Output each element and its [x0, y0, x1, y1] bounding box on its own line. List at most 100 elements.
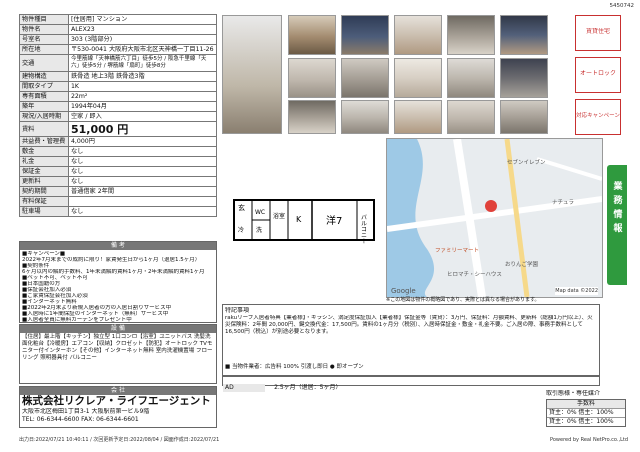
- spec-key: 号室名: [19, 34, 69, 45]
- company-address: 大阪市北区梅田1丁目3-1 大阪駅前第一ビル9階: [22, 408, 150, 415]
- side-tab-label: 業務情報: [611, 181, 622, 237]
- kitchen-label: K: [296, 215, 302, 224]
- spec-value: なし: [68, 156, 217, 167]
- setsubi-header: 設 備: [20, 325, 216, 333]
- spec-value: [68, 196, 217, 207]
- bikou-line: ■入居者全員に無料カーテンをプレゼント中: [22, 317, 132, 323]
- spec-value: 303 (3階部分): [68, 34, 217, 45]
- room-photo-3: [394, 15, 442, 55]
- comment-title: 特記事項: [225, 307, 250, 314]
- room-photo-12: [341, 100, 389, 134]
- room-label: 洋7: [326, 214, 342, 227]
- spec-value: なし: [68, 146, 217, 157]
- company-tel: TEL: 06-6344-6600 FAX: 06-6344-6601: [22, 416, 139, 423]
- spec-row: 更新料 なし: [19, 176, 217, 187]
- spec-value: 22m²: [68, 91, 217, 102]
- map-label-natura: ナチュラ: [552, 200, 575, 206]
- spec-value: 〒530-0041 大阪府大阪市北区天神橋一丁目11-26: [68, 44, 217, 55]
- spec-key: 間取タイプ: [19, 81, 69, 92]
- spec-value: 51,000 円: [68, 121, 217, 137]
- spec-value: 空家 / 即入: [68, 111, 217, 122]
- spec-row: 交通 今里筋線「天神橋筋六丁目」徒歩5分 / 阪急千里線「天六」徒歩5分 / 堺筋…: [19, 54, 217, 72]
- autolock-badge: オートロック: [575, 57, 621, 93]
- spec-row: 号室名 303 (3階部分): [19, 34, 217, 45]
- room-photo-7: [341, 58, 389, 98]
- spec-key: 保証金: [19, 166, 69, 177]
- spec-row: 建物構造 鉄骨造 地上3階 鉄骨造3階: [19, 71, 217, 82]
- floor-plan: 玄 WC 浴室 K 冷 洗 洋7 バルコニー: [222, 138, 382, 298]
- spec-value: 鉄骨造 地上3階 鉄骨造3階: [68, 71, 217, 82]
- footer-powered: Powered by Real NetPro.co.,Ltd: [550, 437, 628, 443]
- spec-key: 建物構造: [19, 71, 69, 82]
- room-photo-15: [500, 100, 548, 134]
- bikou-line: 2022年7月末までの成約に限り！家賃発生日から1ヶ月（退居1.5ヶ月）: [22, 257, 201, 263]
- ad-key: AD: [223, 384, 265, 392]
- floor-plan-drawing: 玄 WC 浴室 K 冷 洗 洋7 バルコニー: [233, 199, 375, 244]
- bikou-header: 備 考: [20, 242, 216, 250]
- room-photo-13: [394, 100, 442, 134]
- google-logo: Google: [391, 287, 416, 295]
- spec-table: 物件種目 [住居用] マンション 物件名 ALEX23 号室名 303 (3階部分) 所在地…: [19, 14, 217, 217]
- map-note: ※この地図は物件の概略図であり、実際とは異なる場合があります。: [386, 297, 540, 303]
- spec-row: 保証金 なし: [19, 166, 217, 177]
- map-label-seven: セブンイレブン: [507, 160, 546, 166]
- spec-key: 物件名: [19, 24, 69, 35]
- spec-value: [住居用] マンション: [68, 14, 217, 25]
- spec-row: 専有面積 22m²: [19, 91, 217, 102]
- spec-row: 所在地 〒530-0041 大阪府大阪市北区天神橋一丁目11-26: [19, 44, 217, 55]
- room-photo-4: [447, 15, 495, 55]
- spec-value: なし: [68, 206, 217, 217]
- room-photo-8: [394, 58, 442, 98]
- bath-label: 浴室: [273, 212, 285, 220]
- spec-row: 現況/入居時期 空家 / 即入: [19, 111, 217, 122]
- map[interactable]: ファミリーマート セブンイレブン ヒロマチ・シーハウス おりんご学園 ナチュラ …: [386, 138, 603, 298]
- fee-title: 取引態様・専任媒介: [546, 390, 601, 397]
- spec-row: 物件名 ALEX23: [19, 24, 217, 35]
- spec-value: 1K: [68, 81, 217, 92]
- spec-row: 有料保証: [19, 196, 217, 207]
- spec-key: 更新料: [19, 176, 69, 187]
- spec-key: 現況/入居時期: [19, 111, 69, 122]
- company-header: 会 社: [20, 387, 216, 395]
- spec-key: 駐車場: [19, 206, 69, 217]
- fee-key: 手数料: [547, 400, 625, 408]
- spec-key: 契約期間: [19, 186, 69, 197]
- spec-value: 4,000円: [68, 136, 217, 147]
- room-photo-14: [447, 100, 495, 134]
- spec-row: 駐車場 なし: [19, 206, 217, 217]
- map-label-school: おりんご学園: [505, 262, 539, 268]
- setsubi-section: 設 備 【住居】最上階【キッチン】独立型 1口コンロ【浴室】ユニットバス 洗髪洗…: [19, 324, 217, 384]
- spec-key: 交通: [19, 54, 69, 72]
- spec-value: 今里筋線「天神橋筋六丁目」徒歩5分 / 阪急千里線「天六」徒歩5分 / 堺筋線「…: [68, 54, 217, 72]
- room-photo-5: [500, 15, 548, 55]
- bikou-section: 備 考 ■キャンペーン■ 2022年7月末までの成約に限り！家賃発生日から1ヶ月（…: [19, 241, 217, 323]
- spec-key: 礼金: [19, 156, 69, 167]
- spec-row: 契約期間 普通借家 2年間: [19, 186, 217, 197]
- spec-value: なし: [68, 166, 217, 177]
- spec-key: 有料保証: [19, 196, 69, 207]
- spec-value: なし: [68, 176, 217, 187]
- spec-row: 物件種目 [住居用] マンション: [19, 14, 217, 25]
- setsubi-text: 【住居】最上階【キッチン】独立型 1口コンロ【浴室】ユニットバス 洗髪洗面化粧台…: [22, 334, 213, 361]
- ad-row: AD 2.5ヶ月（退居：5ヶ月）: [222, 376, 600, 392]
- spec-key: 専有面積: [19, 91, 69, 102]
- room-photo-6: [288, 58, 336, 98]
- fee-box: 取引態様・専任媒介 手数料 貸主：0% 借主：100% 貸主：0% 借主：100…: [546, 390, 626, 427]
- room-photo-2: [341, 15, 389, 55]
- map-pin-icon: [485, 200, 497, 212]
- room-photo-10: [500, 58, 548, 98]
- spec-value: ALEX23: [68, 24, 217, 35]
- washer-label: 洗: [256, 226, 262, 234]
- wc-label: WC: [255, 209, 265, 216]
- fee-row-2: 貸主：0% 借主：100%: [547, 417, 625, 426]
- campaign-badge: 対応キャンペーン: [575, 99, 621, 135]
- fridge-label: 冷: [238, 226, 244, 234]
- spec-row: 築年 1994年04月: [19, 101, 217, 112]
- comment-section: 特記事項 rakuリーフ入居者特典【業者様】・キラシン、満足度保証加入【業者様】…: [222, 304, 600, 376]
- spec-key: 物件種目: [19, 14, 69, 25]
- company-section: 会 社 株式会社リクレア・ライフエージェント 大阪市北区梅田1丁目3-1 大阪駅…: [19, 386, 217, 428]
- spec-key: 所在地: [19, 44, 69, 55]
- comment-text: rakuリーフ入居者特典【業者様】・キラシン、満足度保証加入【業者様】保証金等（…: [225, 315, 593, 335]
- business-info-tab[interactable]: 業務情報: [607, 165, 627, 285]
- building-exterior-photo: [222, 15, 282, 134]
